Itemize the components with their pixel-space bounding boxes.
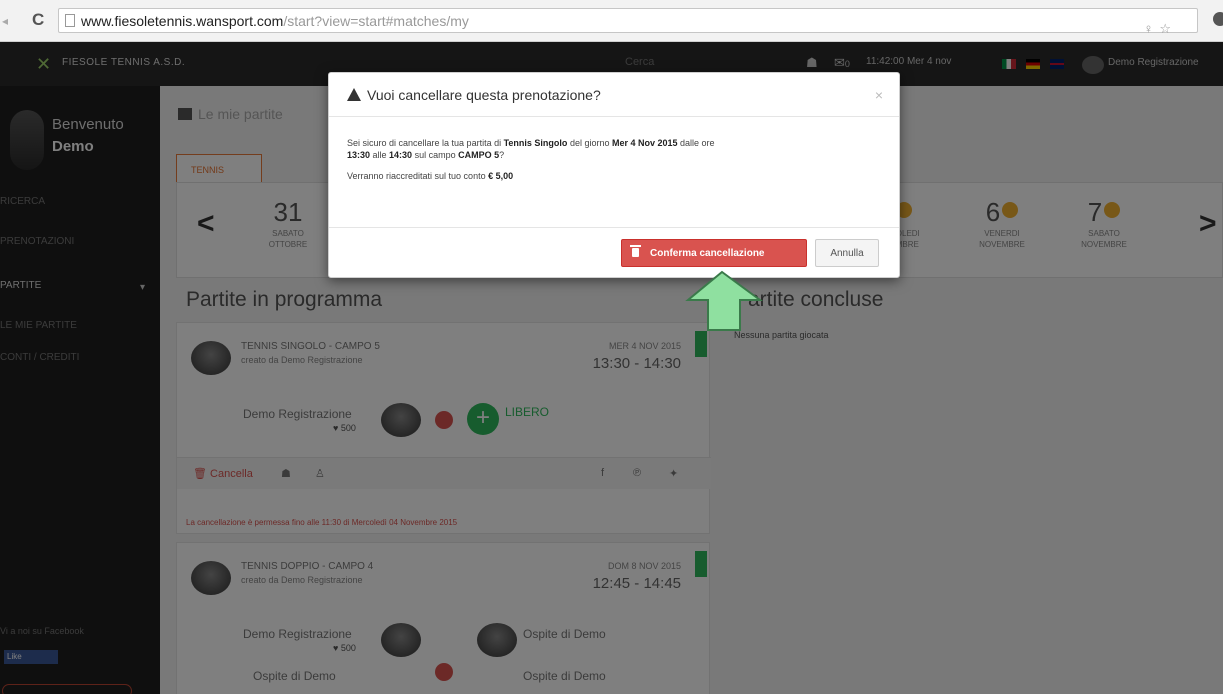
dialog-body: Sei sicuro di cancellare la tua partita … <box>347 137 887 191</box>
star-icon[interactable]: ♀☆ <box>1144 21 1177 37</box>
back-icon[interactable]: ◂ <box>2 14 12 28</box>
confirm-label: Conferma cancellazione <box>650 247 765 259</box>
close-icon[interactable]: × <box>875 87 883 103</box>
trash-icon <box>630 245 641 257</box>
url-text: www.fiesoletennis.wansport.com/start?vie… <box>81 13 469 29</box>
address-bar[interactable]: www.fiesoletennis.wansport.com/start?vie… <box>58 8 1198 36</box>
dialog-header: Vuoi cancellare questa prenotazione? × <box>329 73 899 117</box>
cancel-booking-dialog: Vuoi cancellare questa prenotazione? × S… <box>328 72 900 278</box>
reload-icon[interactable]: C <box>32 10 44 30</box>
warning-icon <box>347 88 361 101</box>
refund-message: Verranno riaccreditati sul tuo conto € 5… <box>347 171 514 181</box>
menu-icon[interactable] <box>1213 12 1223 26</box>
url-host: www.fiesoletennis.wansport.com <box>81 13 284 29</box>
confirm-cancellation-button[interactable]: Conferma cancellazione <box>621 239 807 267</box>
url-path: /start?view=start#matches/my <box>283 13 469 29</box>
dialog-footer: Conferma cancellazione Annulla <box>329 227 899 277</box>
annotation-arrow-icon <box>685 270 764 331</box>
annulla-button[interactable]: Annulla <box>815 239 879 267</box>
dialog-message: Sei sicuro di cancellare la tua partita … <box>347 138 715 160</box>
page-icon <box>65 14 75 27</box>
browser-toolbar: ◂ C www.fiesoletennis.wansport.com/start… <box>0 0 1223 42</box>
dialog-title: Vuoi cancellare questa prenotazione? <box>367 87 601 103</box>
